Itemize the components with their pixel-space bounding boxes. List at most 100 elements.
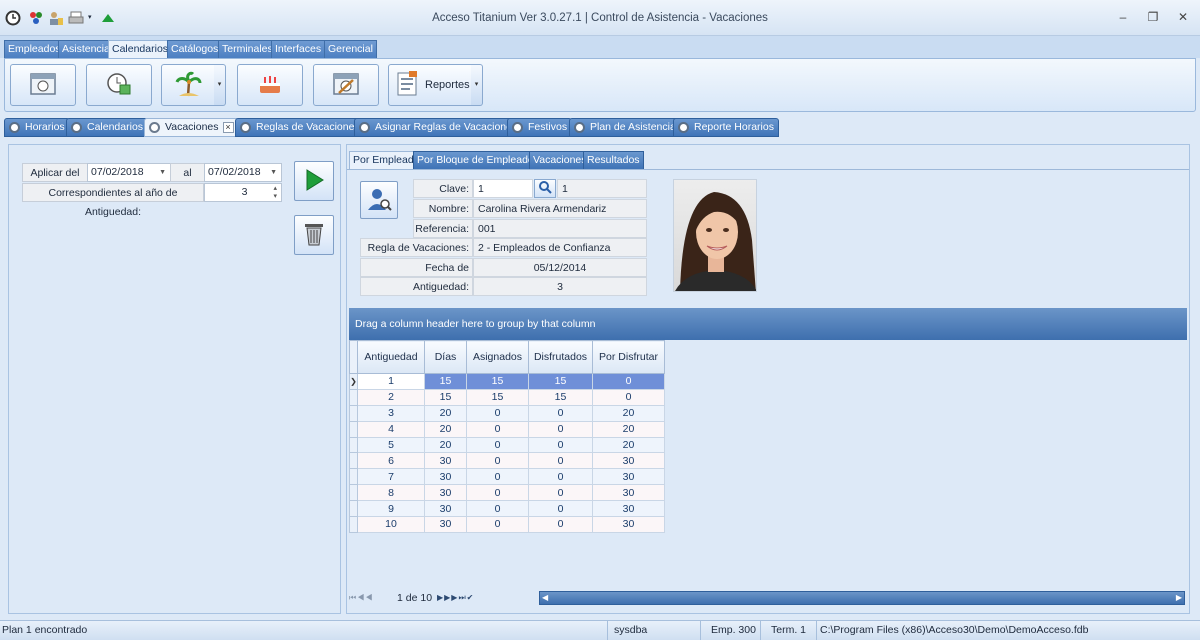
table-cell[interactable]: 30 [424, 452, 467, 470]
column-header-asignados[interactable]: Asignados [466, 340, 529, 374]
table-cell[interactable]: 0 [466, 420, 529, 438]
table-cell[interactable]: 0 [528, 516, 593, 533]
close-tab-icon[interactable]: × [222, 122, 234, 133]
table-row[interactable]: 5 20 0 0 20 [349, 436, 665, 454]
vacaciones-dropdown[interactable]: ▾ [214, 64, 226, 106]
subtab-resultados[interactable]: Resultados [583, 151, 644, 169]
doc-tab-reporte-horarios[interactable]: Reporte Horarios [673, 118, 779, 137]
spinner-arrows-icon[interactable]: ▴ ▾ [273, 185, 277, 201]
table-row[interactable]: 10 30 0 0 30 [349, 516, 665, 533]
table-cell[interactable]: 0 [466, 452, 529, 470]
close-button[interactable]: ✕ [1172, 10, 1194, 26]
table-row[interactable]: 8 30 0 0 30 [349, 484, 665, 502]
nav-next-last-icons[interactable]: ▶▶▶⏭✔ [437, 591, 495, 605]
dropdown-arrow-icon[interactable]: ▼ [270, 164, 277, 181]
table-cell[interactable]: 20 [424, 436, 467, 454]
table-cell[interactable]: 0 [466, 516, 529, 533]
ribbon-tab-asistencia[interactable]: Asistencia [58, 40, 114, 58]
ribbon-tab-calendarios[interactable]: Calendarios [108, 40, 173, 58]
minimize-button[interactable]: – [1112, 10, 1134, 26]
table-cell[interactable]: 15 [528, 388, 593, 406]
table-cell[interactable]: 30 [424, 500, 467, 518]
table-cell[interactable]: 0 [466, 436, 529, 454]
table-cell[interactable]: 30 [592, 484, 665, 502]
vacaciones-button[interactable] [161, 64, 215, 106]
table-cell[interactable]: 2 [357, 388, 425, 406]
time-calendar-button[interactable] [86, 64, 152, 106]
date-from-input[interactable]: 07/02/2018 ▼ [87, 163, 171, 182]
table-cell[interactable]: 30 [424, 516, 467, 533]
ribbon-tab-empleados[interactable]: Empleados [4, 40, 65, 58]
table-cell[interactable]: 20 [424, 420, 467, 438]
table-row[interactable]: 3 20 0 0 20 [349, 404, 665, 422]
ribbon-tab-catalogos[interactable]: Catálogos [167, 40, 223, 58]
table-row[interactable]: 9 30 0 0 30 [349, 500, 665, 518]
table-cell[interactable]: 0 [592, 388, 665, 406]
table-cell[interactable]: 30 [424, 468, 467, 486]
table-cell[interactable]: 10 [357, 516, 425, 533]
table-cell[interactable]: 0 [466, 484, 529, 502]
calendar-button[interactable] [10, 64, 76, 106]
table-cell[interactable]: 4 [357, 420, 425, 438]
doc-tab-festivos[interactable]: Festivos [507, 118, 573, 137]
table-cell[interactable]: 3 [357, 404, 425, 422]
table-row[interactable]: 7 30 0 0 30 [349, 468, 665, 486]
table-cell[interactable]: 6 [357, 452, 425, 470]
delete-button[interactable] [294, 215, 334, 255]
table-cell[interactable]: 0 [528, 404, 593, 422]
run-button[interactable] [294, 161, 334, 201]
table-cell[interactable]: 20 [592, 420, 665, 438]
ribbon-tab-interfaces[interactable]: Interfaces [271, 40, 326, 58]
doc-tab-vacaciones[interactable]: Vacaciones × [144, 118, 239, 137]
table-cell[interactable]: 0 [528, 420, 593, 438]
horizontal-scrollbar[interactable]: ◀ ▶ [539, 591, 1185, 605]
calendar-edit-button[interactable] [313, 64, 379, 106]
table-cell[interactable]: 30 [424, 484, 467, 502]
table-cell[interactable]: 0 [592, 373, 665, 390]
maximize-button[interactable]: ❐ [1142, 10, 1164, 26]
nav-first-prev-icons[interactable]: ⏮◀◀ [349, 591, 395, 605]
reportes-button[interactable]: Reportes [388, 64, 472, 106]
subtab-vacaciones[interactable]: Vacaciones [529, 151, 591, 169]
scroll-left-icon[interactable]: ◀ [542, 592, 548, 604]
table-cell[interactable]: 0 [528, 452, 593, 470]
table-row[interactable]: 2 15 15 15 0 [349, 388, 665, 406]
table-cell[interactable]: 0 [528, 468, 593, 486]
table-cell[interactable]: 0 [528, 500, 593, 518]
ribbon-tab-terminales[interactable]: Terminales [218, 40, 277, 58]
table-cell[interactable]: 8 [357, 484, 425, 502]
doc-tab-plan-asistencia[interactable]: Plan de Asistencia [569, 118, 681, 137]
table-cell[interactable]: 30 [592, 452, 665, 470]
table-cell[interactable]: 7 [357, 468, 425, 486]
reportes-dropdown[interactable]: ▾ [471, 64, 483, 106]
group-by-panel[interactable]: Drag a column header here to group by th… [349, 308, 1187, 340]
doc-tab-reglas-vacaciones[interactable]: Reglas de Vacaciones [235, 118, 365, 137]
table-cell[interactable]: 0 [466, 468, 529, 486]
column-header-por-disfrutar[interactable]: Por Disfrutar [592, 340, 665, 374]
date-to-input[interactable]: 07/02/2018 ▼ [204, 163, 282, 182]
doc-tab-horarios[interactable]: Horarios [4, 118, 70, 137]
table-cell[interactable]: 15 [424, 388, 467, 406]
table-cell[interactable]: 20 [592, 436, 665, 454]
table-row[interactable]: 6 30 0 0 30 [349, 452, 665, 470]
table-cell[interactable]: 1 [357, 373, 425, 390]
table-cell[interactable]: 30 [592, 500, 665, 518]
table-row[interactable]: ❯ 1 15 15 15 0 [349, 373, 665, 390]
table-cell[interactable]: 20 [424, 404, 467, 422]
table-cell[interactable]: 30 [592, 516, 665, 533]
table-cell[interactable]: 0 [466, 404, 529, 422]
table-cell[interactable]: 15 [466, 388, 529, 406]
search-employee-button[interactable] [360, 181, 398, 219]
column-header-antiguedad[interactable]: Antiguedad [357, 340, 425, 374]
table-cell[interactable]: 30 [592, 468, 665, 486]
table-cell[interactable]: 15 [528, 373, 593, 390]
column-header-dias[interactable]: Días [424, 340, 467, 374]
clave-input[interactable]: 1 [473, 179, 533, 198]
table-cell[interactable]: 0 [528, 484, 593, 502]
doc-tab-asignar-reglas[interactable]: Asignar Reglas de Vacaciones [354, 118, 523, 137]
table-row[interactable]: 4 20 0 0 20 [349, 420, 665, 438]
scroll-right-icon[interactable]: ▶ [1176, 592, 1182, 604]
ribbon-tab-gerencial[interactable]: Gerencial [324, 40, 377, 58]
table-cell[interactable]: 20 [592, 404, 665, 422]
subtab-por-bloque[interactable]: Por Bloque de Empleados [413, 151, 543, 169]
